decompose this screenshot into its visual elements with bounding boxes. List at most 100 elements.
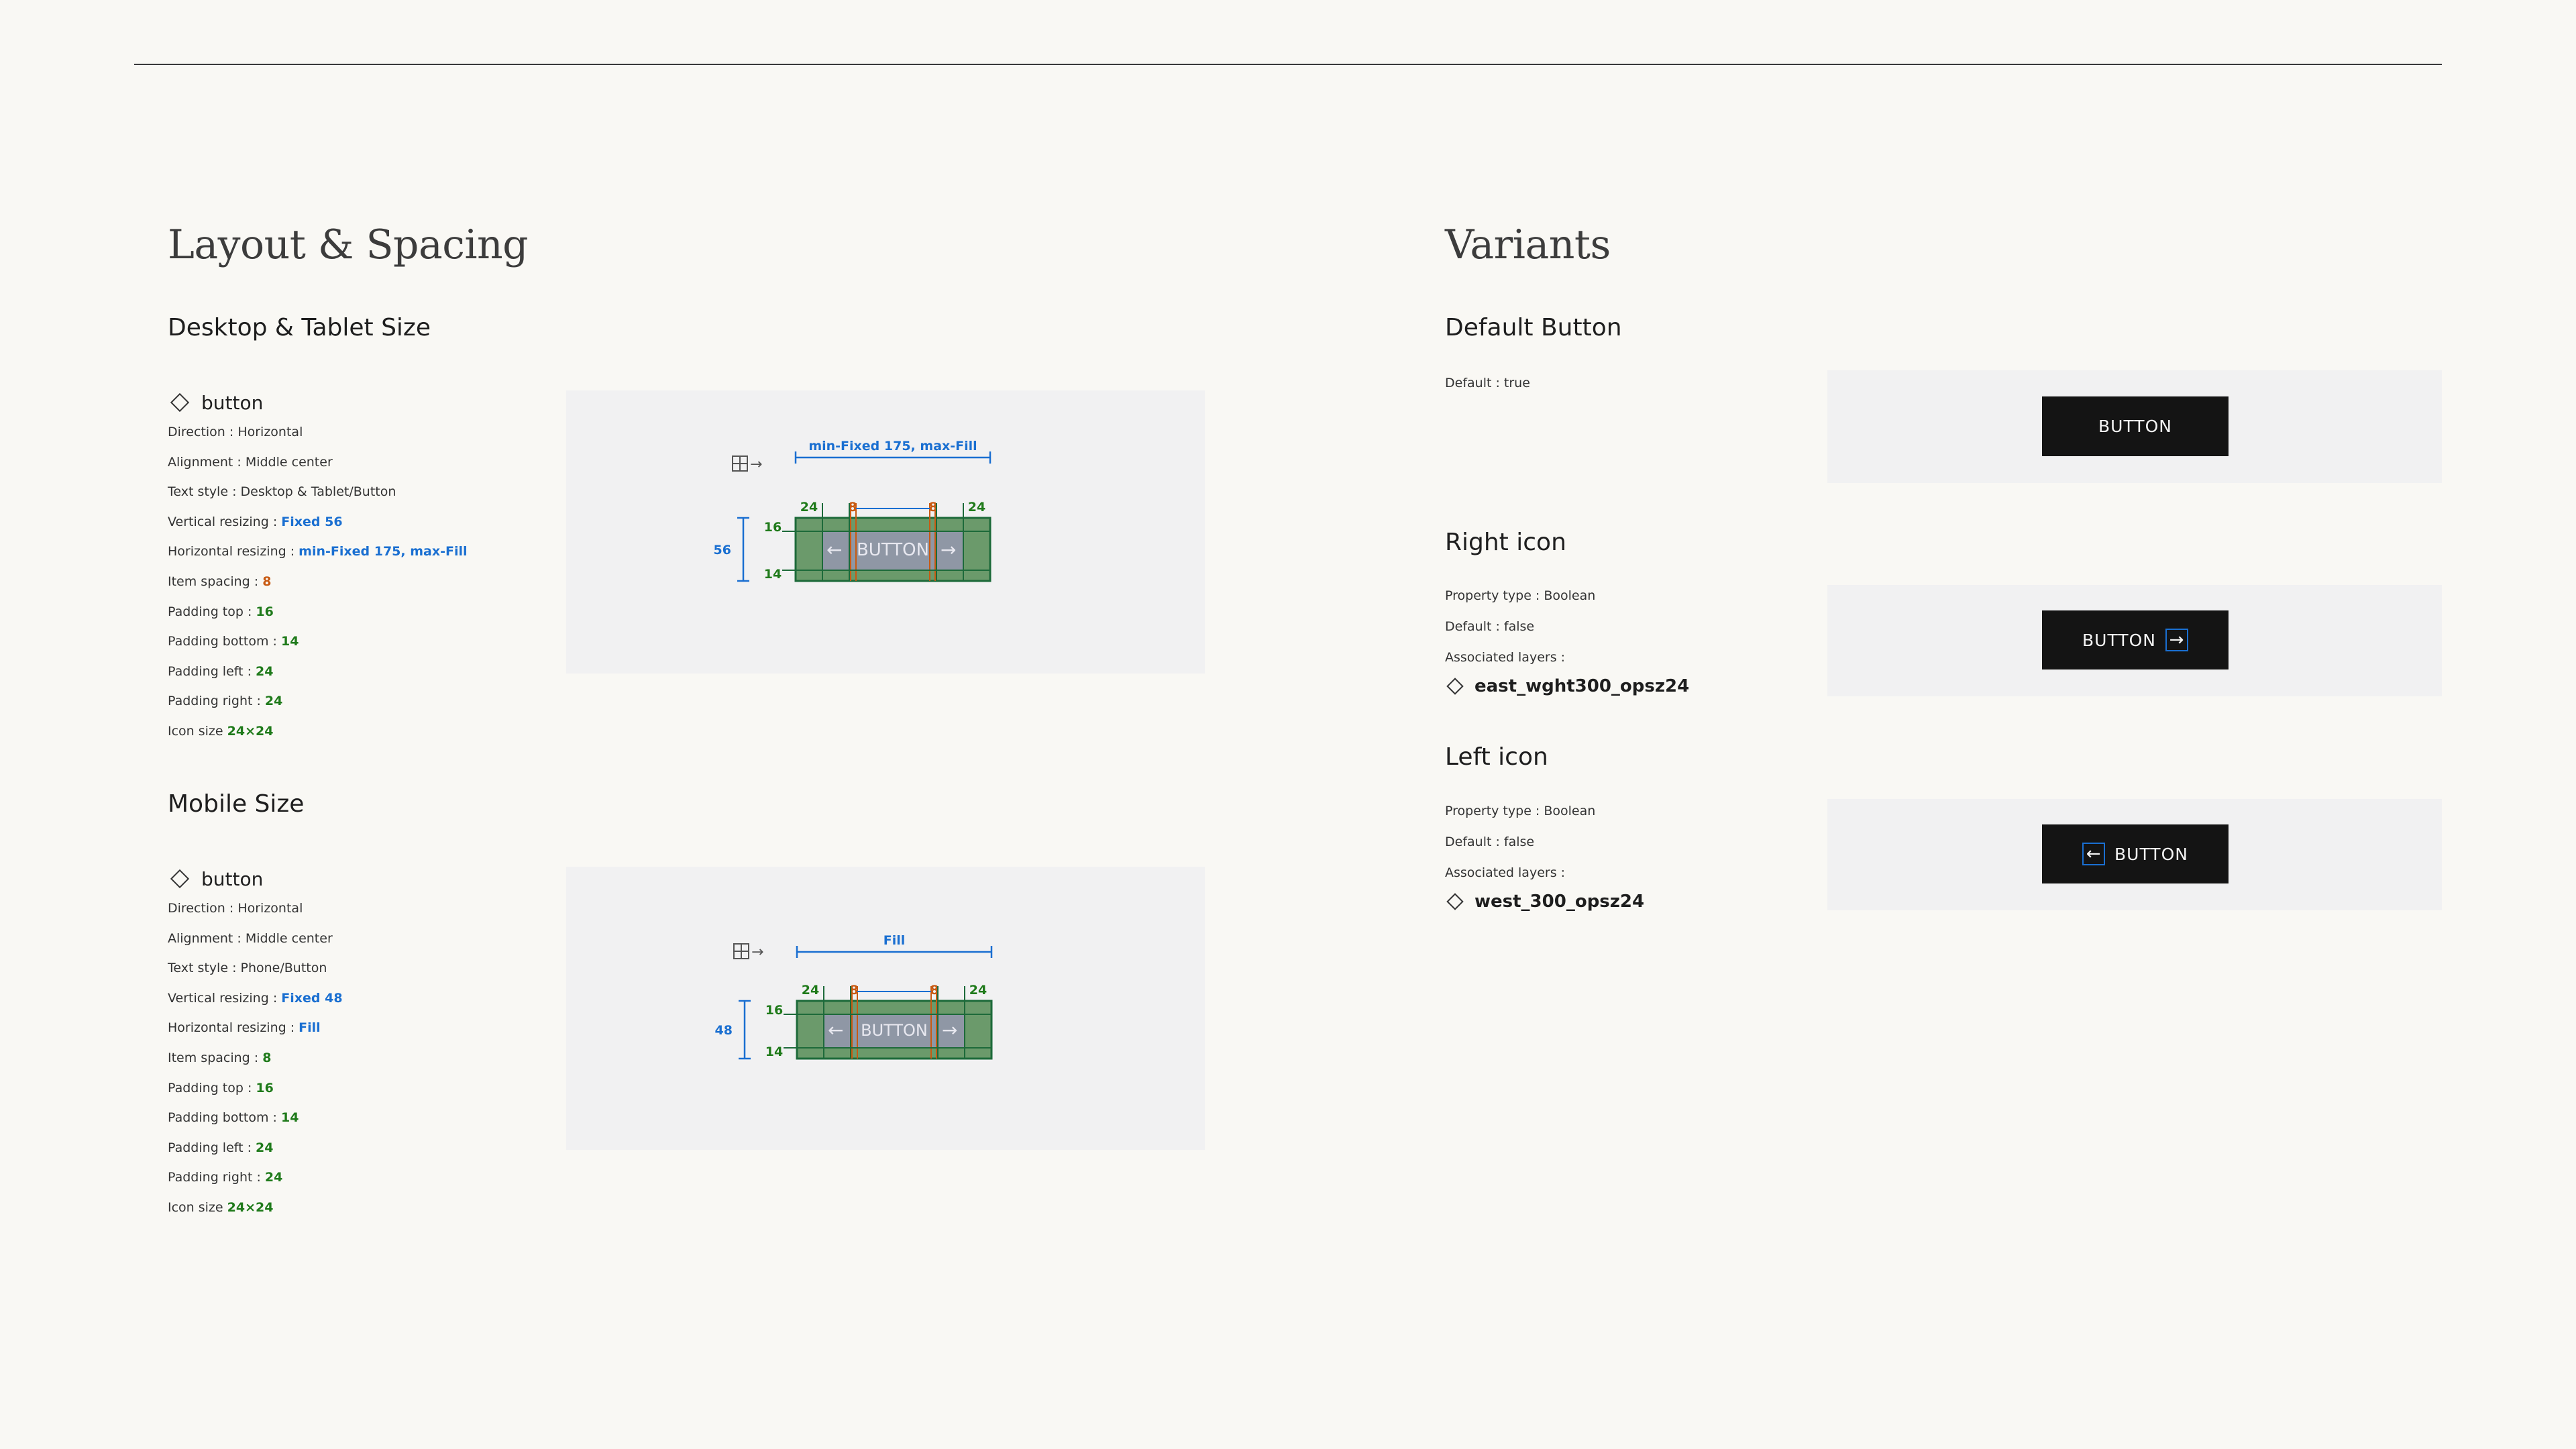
prop-row: Text style : Desktop & Tablet/Button <box>168 477 468 507</box>
prop-row: Item spacing : 8 <box>168 1043 343 1073</box>
prop-row: Padding top : 16 <box>168 1073 343 1104</box>
prop-value: 14 <box>281 634 299 649</box>
prop-value: Fixed 48 <box>281 990 343 1006</box>
prop-value: 8 <box>262 574 272 589</box>
button-text: BUTTON <box>861 1021 928 1040</box>
right-icon-heading: Right icon <box>1445 529 1566 556</box>
default-button-heading: Default Button <box>1445 314 1622 341</box>
arrow-left-icon: ← <box>2082 843 2106 865</box>
prop-label: Padding left : <box>168 663 256 679</box>
component-label: button <box>201 391 264 414</box>
prop-label: Text style : <box>168 961 241 976</box>
mobile-size-heading: Mobile Size <box>168 790 305 818</box>
layer-name: west_300_opsz24 <box>1474 892 1645 912</box>
right-icon-props: Property type : Boolean Default : false … <box>1445 580 1689 700</box>
prop-label: Alignment : <box>168 454 246 470</box>
prop-value: Middle center <box>245 930 333 946</box>
prop-label: Vertical resizing : <box>168 990 282 1006</box>
prop-value: 24 <box>256 1140 274 1155</box>
padding-right-label: 24 <box>968 500 985 515</box>
prop-row: Vertical resizing : Fixed 48 <box>168 983 343 1014</box>
prop-row: Padding right : 24 <box>168 686 468 716</box>
prop-label: Padding bottom : <box>168 634 281 649</box>
left-icon-props: Property type : Boolean Default : false … <box>1445 796 1644 915</box>
prop-row: Text style : Phone/Button <box>168 953 343 983</box>
button-text: BUTTON <box>857 540 929 560</box>
arrow-left-icon: ← <box>826 539 842 561</box>
layout-spacing-title: Layout & Spacing <box>168 221 529 268</box>
desktop-diagram-panel: → min-Fixed 175, max-Fill 24 8 8 24 ← → BUTTON 56… <box>566 390 1205 674</box>
arrow-right-icon: → <box>750 456 762 473</box>
prop-value: Fixed 56 <box>281 514 343 529</box>
prop-default: Default : false <box>1445 835 1535 849</box>
prop-value: min-Fixed 175, max-Fill <box>299 544 468 559</box>
width-label: Fill <box>883 933 906 948</box>
prop-row: Padding bottom : 14 <box>168 1103 343 1133</box>
prop-value: Horizontal <box>237 901 303 916</box>
prop-label: Padding top : <box>168 604 256 619</box>
prop-label: Text style : <box>168 484 241 500</box>
prop-row: Alignment : Middle center <box>168 447 468 478</box>
mobile-props: button Direction : Horizontal Alignment :… <box>168 864 343 1223</box>
prop-label: Vertical resizing : <box>168 514 282 529</box>
prop-type: Property type : Boolean <box>1445 804 1596 818</box>
left-icon-button[interactable]: ← BUTTON <box>2042 824 2229 883</box>
right-icon-button[interactable]: BUTTON → <box>2042 610 2229 669</box>
prop-type: Property type : Boolean <box>1445 588 1596 603</box>
desktop-prop-list: Direction : Horizontal Alignment : Middle… <box>168 417 468 747</box>
prop-row: Direction : Horizontal <box>168 894 343 924</box>
padding-top-label: 16 <box>765 1003 783 1018</box>
component-diamond-icon <box>170 392 190 413</box>
height-label: 56 <box>714 543 731 557</box>
default-button[interactable]: BUTTON <box>2042 396 2229 456</box>
prop-value: Desktop & Tablet/Button <box>240 484 396 500</box>
arrow-right-icon: → <box>2165 629 2188 651</box>
prop-value: 24×24 <box>227 723 274 739</box>
mobile-spacing-diagram: →Fill24 8 8 24← →BUTTON481614 <box>715 933 993 1060</box>
prop-row: Icon size 24×24 <box>168 716 468 747</box>
prop-row: Padding top : 16 <box>168 597 468 627</box>
prop-label: Item spacing : <box>168 574 263 589</box>
mobile-diagram-panel: → Fill 24 8 8 24 ← → BUTTON 48 16 14 <box>566 867 1205 1150</box>
prop-value: 16 <box>256 604 274 619</box>
prop-label: Item spacing : <box>168 1050 263 1065</box>
prop-row: Item spacing : 8 <box>168 567 468 597</box>
prop-label: Direction : <box>168 425 238 439</box>
prop-row: Padding left : 24 <box>168 657 468 687</box>
prop-row: Padding bottom : 14 <box>168 627 468 657</box>
prop-label: Padding bottom : <box>168 1110 281 1126</box>
prop-label: Icon size <box>168 723 227 739</box>
prop-row: Vertical resizing : Fixed 56 <box>168 507 468 537</box>
padding-top-label: 16 <box>764 520 782 535</box>
prop-value: 14 <box>281 1110 299 1126</box>
prop-label: Padding right : <box>168 694 265 709</box>
prop-value: Horizontal <box>237 425 303 439</box>
prop-label: Horizontal resizing : <box>168 1020 299 1036</box>
prop-associated-layers: Associated layers : <box>1445 865 1566 880</box>
arrow-right-icon: → <box>751 944 763 961</box>
prop-row: Alignment : Middle center <box>168 924 343 954</box>
prop-row: Horizontal resizing : Fill <box>168 1013 343 1043</box>
prop-value: 24 <box>256 663 274 679</box>
prop-value: 24 <box>264 694 283 709</box>
prop-default: Default : true <box>1445 376 1530 390</box>
prop-label: Icon size <box>168 1199 227 1215</box>
button-label: BUTTON <box>2114 844 2188 864</box>
prop-label: Padding top : <box>168 1080 256 1095</box>
layer-diamond-icon <box>1446 678 1464 695</box>
variants-title: Variants <box>1445 221 1611 268</box>
prop-value: 16 <box>256 1080 274 1095</box>
prop-value: Middle center <box>245 454 333 470</box>
default-props: Default : true <box>1445 368 1530 398</box>
mobile-prop-list: Direction : Horizontal Alignment : Middle… <box>168 894 343 1223</box>
padding-bottom-label: 14 <box>765 1044 783 1059</box>
prop-row: Horizontal resizing : min-Fixed 175, max… <box>168 537 468 567</box>
prop-value: 8 <box>262 1050 272 1065</box>
arrow-left-icon: ← <box>828 1019 843 1041</box>
component-name: button <box>168 864 343 894</box>
padding-left-label: 24 <box>802 983 819 998</box>
prop-value: Phone/Button <box>240 961 327 976</box>
button-label: BUTTON <box>2082 630 2156 650</box>
component-name: button <box>168 388 468 417</box>
prop-value: 24 <box>264 1170 283 1185</box>
